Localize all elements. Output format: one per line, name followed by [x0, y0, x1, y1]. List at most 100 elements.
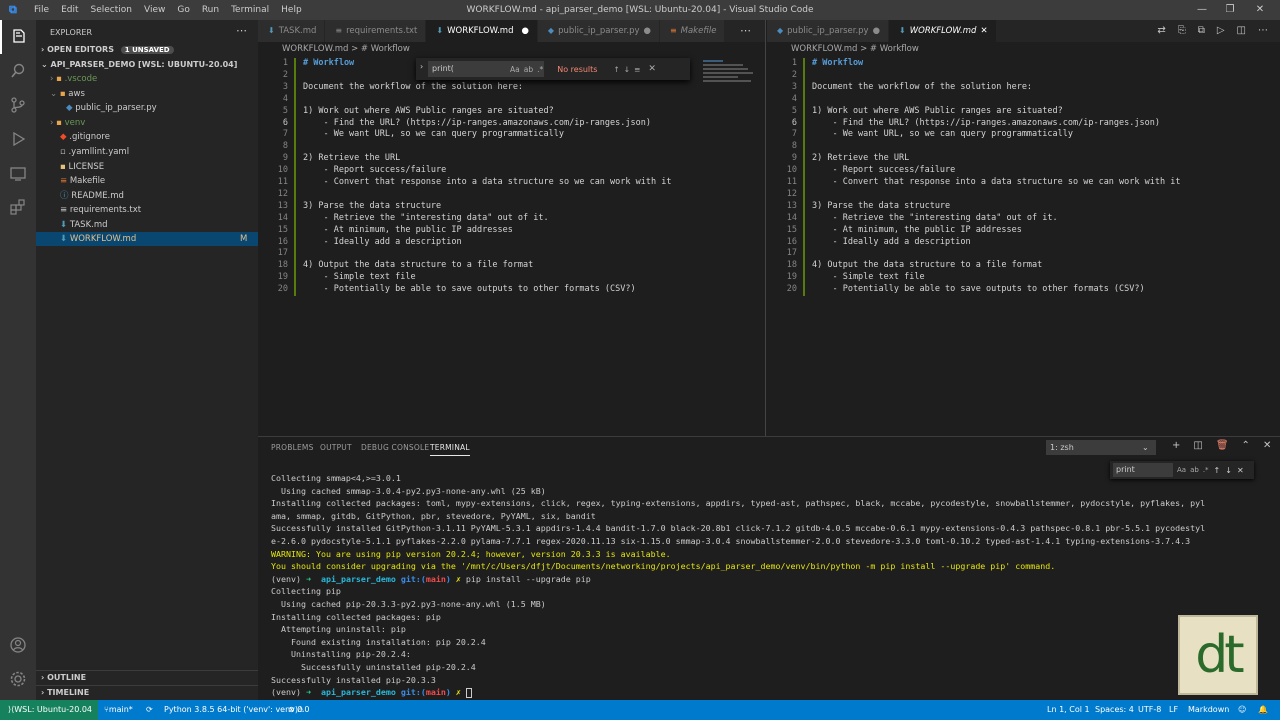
kill-terminal-icon[interactable]: 🗑	[1216, 440, 1229, 451]
markdown-file-icon: ⬇	[60, 234, 68, 244]
explorer-icon[interactable]	[0, 20, 36, 54]
right-code-area[interactable]: 1 # Workflow 2 3 Document the workflow of th…	[767, 58, 1272, 318]
right-tab-bar: ◆ public_ip_parser.py ● ⬇ WORKFLOW.md ✕ ⇄ ⎘ …	[767, 20, 1280, 42]
end-of-line[interactable]: LF	[1169, 700, 1178, 720]
notifications-icon[interactable]: 🔔	[1258, 700, 1268, 720]
menu-terminal[interactable]: Terminal	[225, 5, 275, 15]
close-find-icon[interactable]: ✕	[648, 64, 656, 74]
left-code-area[interactable]: 1 # Workflow 2 3 Document the workflow of th…	[258, 58, 758, 318]
open-editors-section[interactable]: › OPEN EDITORS 1 UNSAVED	[36, 43, 258, 57]
match-case-toggle[interactable]: Aa	[510, 65, 520, 74]
compare-changes-icon[interactable]: ⇄	[1157, 20, 1165, 42]
settings-gear-icon[interactable]	[0, 662, 36, 696]
next-match-icon[interactable]: ↓	[624, 65, 630, 74]
tree-item-makefile[interactable]: ≡ Makefile	[36, 174, 258, 188]
breadcrumb[interactable]: WORKFLOW.md > # Workflow	[258, 42, 765, 56]
menu-file[interactable]: File	[28, 5, 55, 15]
new-terminal-icon[interactable]: +	[1172, 440, 1180, 451]
tree-item-workflow[interactable]: ⬇ WORKFLOW.md M	[36, 232, 258, 246]
cursor-position[interactable]: Ln 1, Col 1	[1047, 700, 1090, 720]
terminal-output[interactable]: Collecting smmap<4,>=3.0.1 Using cached …	[258, 472, 1268, 700]
problems-indicator[interactable]: ⊗ 0 ⚠ 0	[288, 700, 310, 720]
tab-output[interactable]: OUTPUT	[320, 443, 352, 452]
chevron-right-icon: ›	[41, 45, 45, 54]
tree-item-gitignore[interactable]: ◆ .gitignore	[36, 130, 258, 144]
encoding[interactable]: UTF-8	[1138, 700, 1161, 720]
tab-workflow-md-right[interactable]: ⬇ WORKFLOW.md ✕	[889, 20, 997, 42]
tree-item-readme[interactable]: ⓘ README.md	[36, 189, 258, 203]
run-icon[interactable]: ▷	[1217, 20, 1225, 42]
open-changes-icon[interactable]: ⎘	[1178, 20, 1186, 42]
tree-item-task[interactable]: ⬇ TASK.md	[36, 218, 258, 232]
tree-item-requirements[interactable]: ≡ requirements.txt	[36, 203, 258, 217]
tree-item-vscode[interactable]: › ▪ .vscode	[36, 72, 258, 86]
source-control-icon[interactable]	[0, 88, 36, 122]
tab-problems[interactable]: PROBLEMS	[271, 443, 314, 452]
tree-item-license[interactable]: ▪ LICENSE	[36, 160, 258, 174]
tab-requirements[interactable]: ≡ requirements.txt	[325, 20, 427, 42]
tab-makefile[interactable]: ≡ Makefile	[659, 20, 726, 42]
close-window-icon[interactable]: ✕	[1246, 0, 1274, 20]
unsaved-dot-icon[interactable]: ●	[644, 20, 651, 42]
indentation[interactable]: Spaces: 4	[1095, 700, 1134, 720]
close-tab-icon[interactable]: ✕	[980, 20, 987, 42]
timeline-section[interactable]: › TIMELINE	[36, 685, 258, 699]
python-interpreter[interactable]: Python 3.8.5 64-bit ('venv': venv)	[164, 700, 298, 720]
branch-indicator[interactable]: ⑂ main*	[104, 700, 133, 720]
maximize-panel-icon[interactable]: ⌃	[1242, 440, 1250, 451]
tab-workflow-md[interactable]: ⬇ WORKFLOW.md ●	[426, 20, 538, 42]
tree-item-venv[interactable]: › ▪ venv	[36, 116, 258, 130]
previous-match-icon[interactable]: ↑	[613, 65, 619, 74]
tab-debug-console[interactable]: DEBUG CONSOLE	[361, 443, 429, 452]
minimap[interactable]	[703, 58, 758, 88]
menu-run[interactable]: Run	[196, 5, 225, 15]
remote-explorer-icon[interactable]	[0, 156, 36, 190]
run-debug-icon[interactable]	[0, 122, 36, 156]
maximize-icon[interactable]: ❐	[1216, 0, 1244, 20]
menu-view[interactable]: View	[138, 5, 171, 15]
tree-item-aws[interactable]: ⌄ ▪ aws	[36, 87, 258, 101]
find-in-selection-icon[interactable]: ≡	[634, 65, 640, 74]
menu-edit[interactable]: Edit	[55, 5, 84, 15]
more-actions-icon[interactable]: ⋯	[1258, 20, 1268, 42]
menu-help[interactable]: Help	[275, 5, 308, 15]
more-actions-icon[interactable]: ⋯	[726, 20, 765, 42]
breadcrumb[interactable]: WORKFLOW.md > # Workflow	[767, 42, 1280, 56]
chevron-right-icon[interactable]: ›	[420, 62, 423, 71]
tab-public-ip-parser-right[interactable]: ◆ public_ip_parser.py ●	[767, 20, 890, 42]
minimize-icon[interactable]: —	[1188, 0, 1216, 20]
close-panel-icon[interactable]: ✕	[1263, 440, 1271, 451]
split-terminal-icon[interactable]: ◫	[1193, 440, 1202, 451]
editor-actions: ⇄ ⎘ ⧉ ▷ ◫ ⋯	[1157, 20, 1280, 42]
menu-go[interactable]: Go	[171, 5, 195, 15]
right-editor-group: ◆ public_ip_parser.py ● ⬇ WORKFLOW.md ✕ ⇄ ⎘ …	[767, 20, 1280, 436]
regex-toggle[interactable]: .*	[537, 65, 543, 74]
accounts-icon[interactable]	[0, 628, 36, 662]
unsaved-dot-icon[interactable]: ●	[873, 20, 880, 42]
remote-indicator[interactable]: ⟩⟨ WSL: Ubuntu-20.04	[0, 700, 98, 720]
whole-word-toggle[interactable]: ab	[524, 65, 533, 74]
workspace-root[interactable]: ⌄ API_PARSER_DEMO [WSL: UBUNTU-20.04]	[36, 58, 258, 72]
menu-bar: File Edit Selection View Go Run Terminal…	[28, 5, 308, 15]
tree-item-yamllint[interactable]: ▫ .yamllint.yaml	[36, 145, 258, 159]
tree-item-public-ip-parser[interactable]: ◆ public_ip_parser.py	[36, 101, 258, 115]
vscode-logo-icon: ⧉	[9, 3, 17, 16]
preview-icon[interactable]: ⧉	[1198, 20, 1205, 42]
unsaved-dot-icon[interactable]: ●	[522, 20, 529, 42]
more-actions-icon[interactable]: ⋯	[236, 24, 247, 37]
outline-section[interactable]: › OUTLINE	[36, 670, 258, 684]
search-icon[interactable]	[0, 54, 36, 88]
line-number: 11	[786, 177, 797, 187]
makefile-icon: ≡	[60, 176, 68, 186]
language-mode[interactable]: Markdown	[1188, 700, 1229, 720]
split-editor-icon[interactable]: ◫	[1237, 20, 1246, 42]
tab-terminal[interactable]: TERMINAL	[430, 443, 470, 456]
sync-icon[interactable]: ⟳	[146, 700, 153, 720]
feedback-icon[interactable]: ☺	[1238, 700, 1246, 720]
line-number: 15	[277, 224, 288, 235]
tab-public-ip-parser[interactable]: ◆ public_ip_parser.py ●	[537, 20, 660, 42]
extensions-icon[interactable]	[0, 190, 36, 224]
terminal-select[interactable]: 1: zsh ⌄	[1046, 440, 1156, 455]
tab-task-md[interactable]: ⬇ TASK.md	[258, 20, 326, 42]
menu-selection[interactable]: Selection	[85, 5, 138, 15]
